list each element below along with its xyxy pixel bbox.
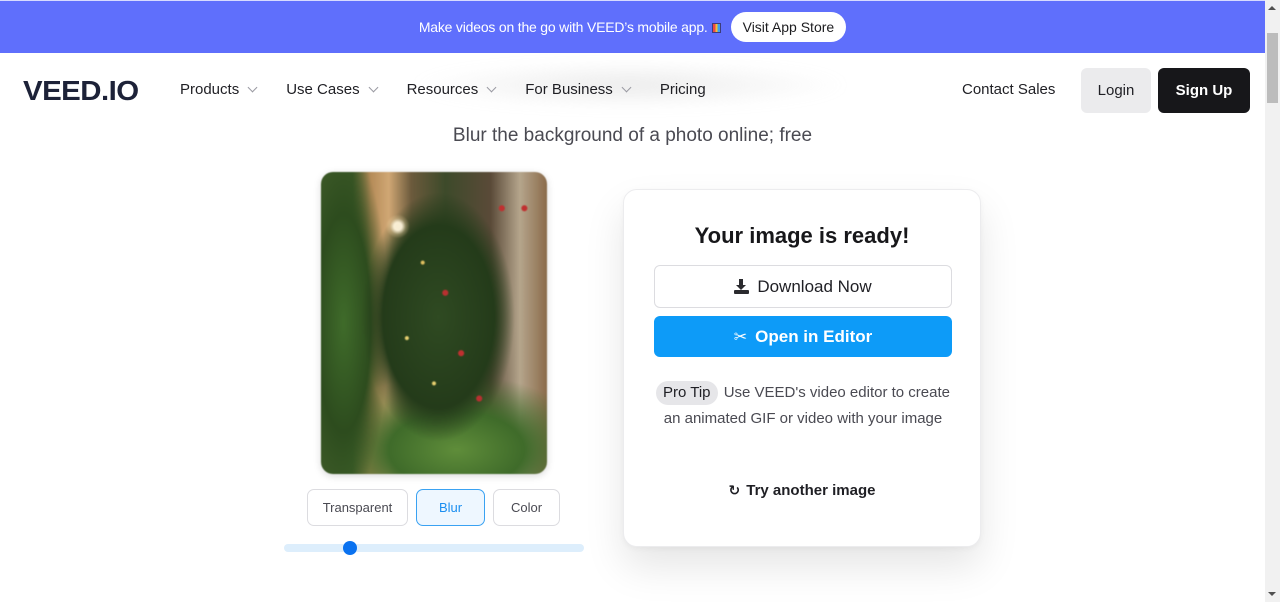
login-button[interactable]: Login [1081,68,1151,113]
pro-tip: Pro Tip Use VEED's video editor to creat… [649,380,957,432]
promo-text: Make videos on the go with VEED’s mobile… [419,19,721,35]
chevron-down-icon [621,82,632,92]
page-scrollbar[interactable] [1265,0,1280,602]
nav-item-label: For Business [525,81,613,98]
result-card: Your image is ready! Download Now ✂ Open… [623,189,981,547]
chevron-down-icon [368,82,379,92]
nav-item-label: Pricing [659,81,706,98]
chevron-down-icon [247,82,258,92]
nav-item-products[interactable]: Products [180,81,258,98]
page-subtitle: Blur the background of a photo online; f… [452,125,813,146]
background-mode-selector: Transparent Blur Color [307,489,560,526]
nav-item-for-business[interactable]: For Business [525,81,632,98]
blur-intensity-slider[interactable] [284,541,584,555]
download-icon [734,279,750,294]
download-label: Download Now [757,276,872,296]
try-another-label: Try another image [746,482,876,499]
scrollbar-thumb[interactable] [1267,33,1278,103]
preview-image-detail [321,172,547,474]
nav-item-label: Use Cases [286,81,360,98]
nav-item-pricing[interactable]: Pricing [660,81,706,98]
scroll-down-arrow-icon[interactable] [1268,592,1276,596]
result-title: Your image is ready! [694,223,910,248]
mode-blur-button[interactable]: Blur [416,489,485,526]
veed-logo[interactable]: VEED.IO [23,75,139,107]
mode-transparent-button[interactable]: Transparent [307,489,408,526]
refresh-icon: ↻ [728,482,741,498]
visit-app-store-button[interactable]: Visit App Store [730,12,847,42]
nav-menu: Products Use Cases Resources For Busines… [180,81,736,98]
chevron-down-icon [486,82,497,92]
pro-tip-badge: Pro Tip [655,381,718,405]
mode-color-button[interactable]: Color [493,489,560,526]
sign-up-button[interactable]: Sign Up [1158,68,1250,113]
nav-item-label: Products [180,81,240,98]
open-in-editor-label: Open in Editor [755,326,873,346]
nav-item-resources[interactable]: Resources [406,81,497,98]
scissors-icon: ✂ [733,328,748,346]
image-preview [321,172,547,474]
try-another-image-button[interactable]: ↻ Try another image [624,482,980,499]
scroll-up-arrow-icon[interactable] [1268,6,1276,10]
promo-banner: Make videos on the go with VEED’s mobile… [0,0,1265,53]
nav-item-use-cases[interactable]: Use Cases [286,81,379,98]
contact-sales-link[interactable]: Contact Sales [962,81,1055,98]
nav-item-label: Resources [406,81,479,98]
open-in-editor-button[interactable]: ✂ Open in Editor [654,316,952,357]
download-now-button[interactable]: Download Now [654,265,952,308]
slider-thumb[interactable] [343,541,357,555]
phone-app-icon [711,23,721,33]
top-nav: VEED.IO Products Use Cases Resources For… [0,53,1265,129]
